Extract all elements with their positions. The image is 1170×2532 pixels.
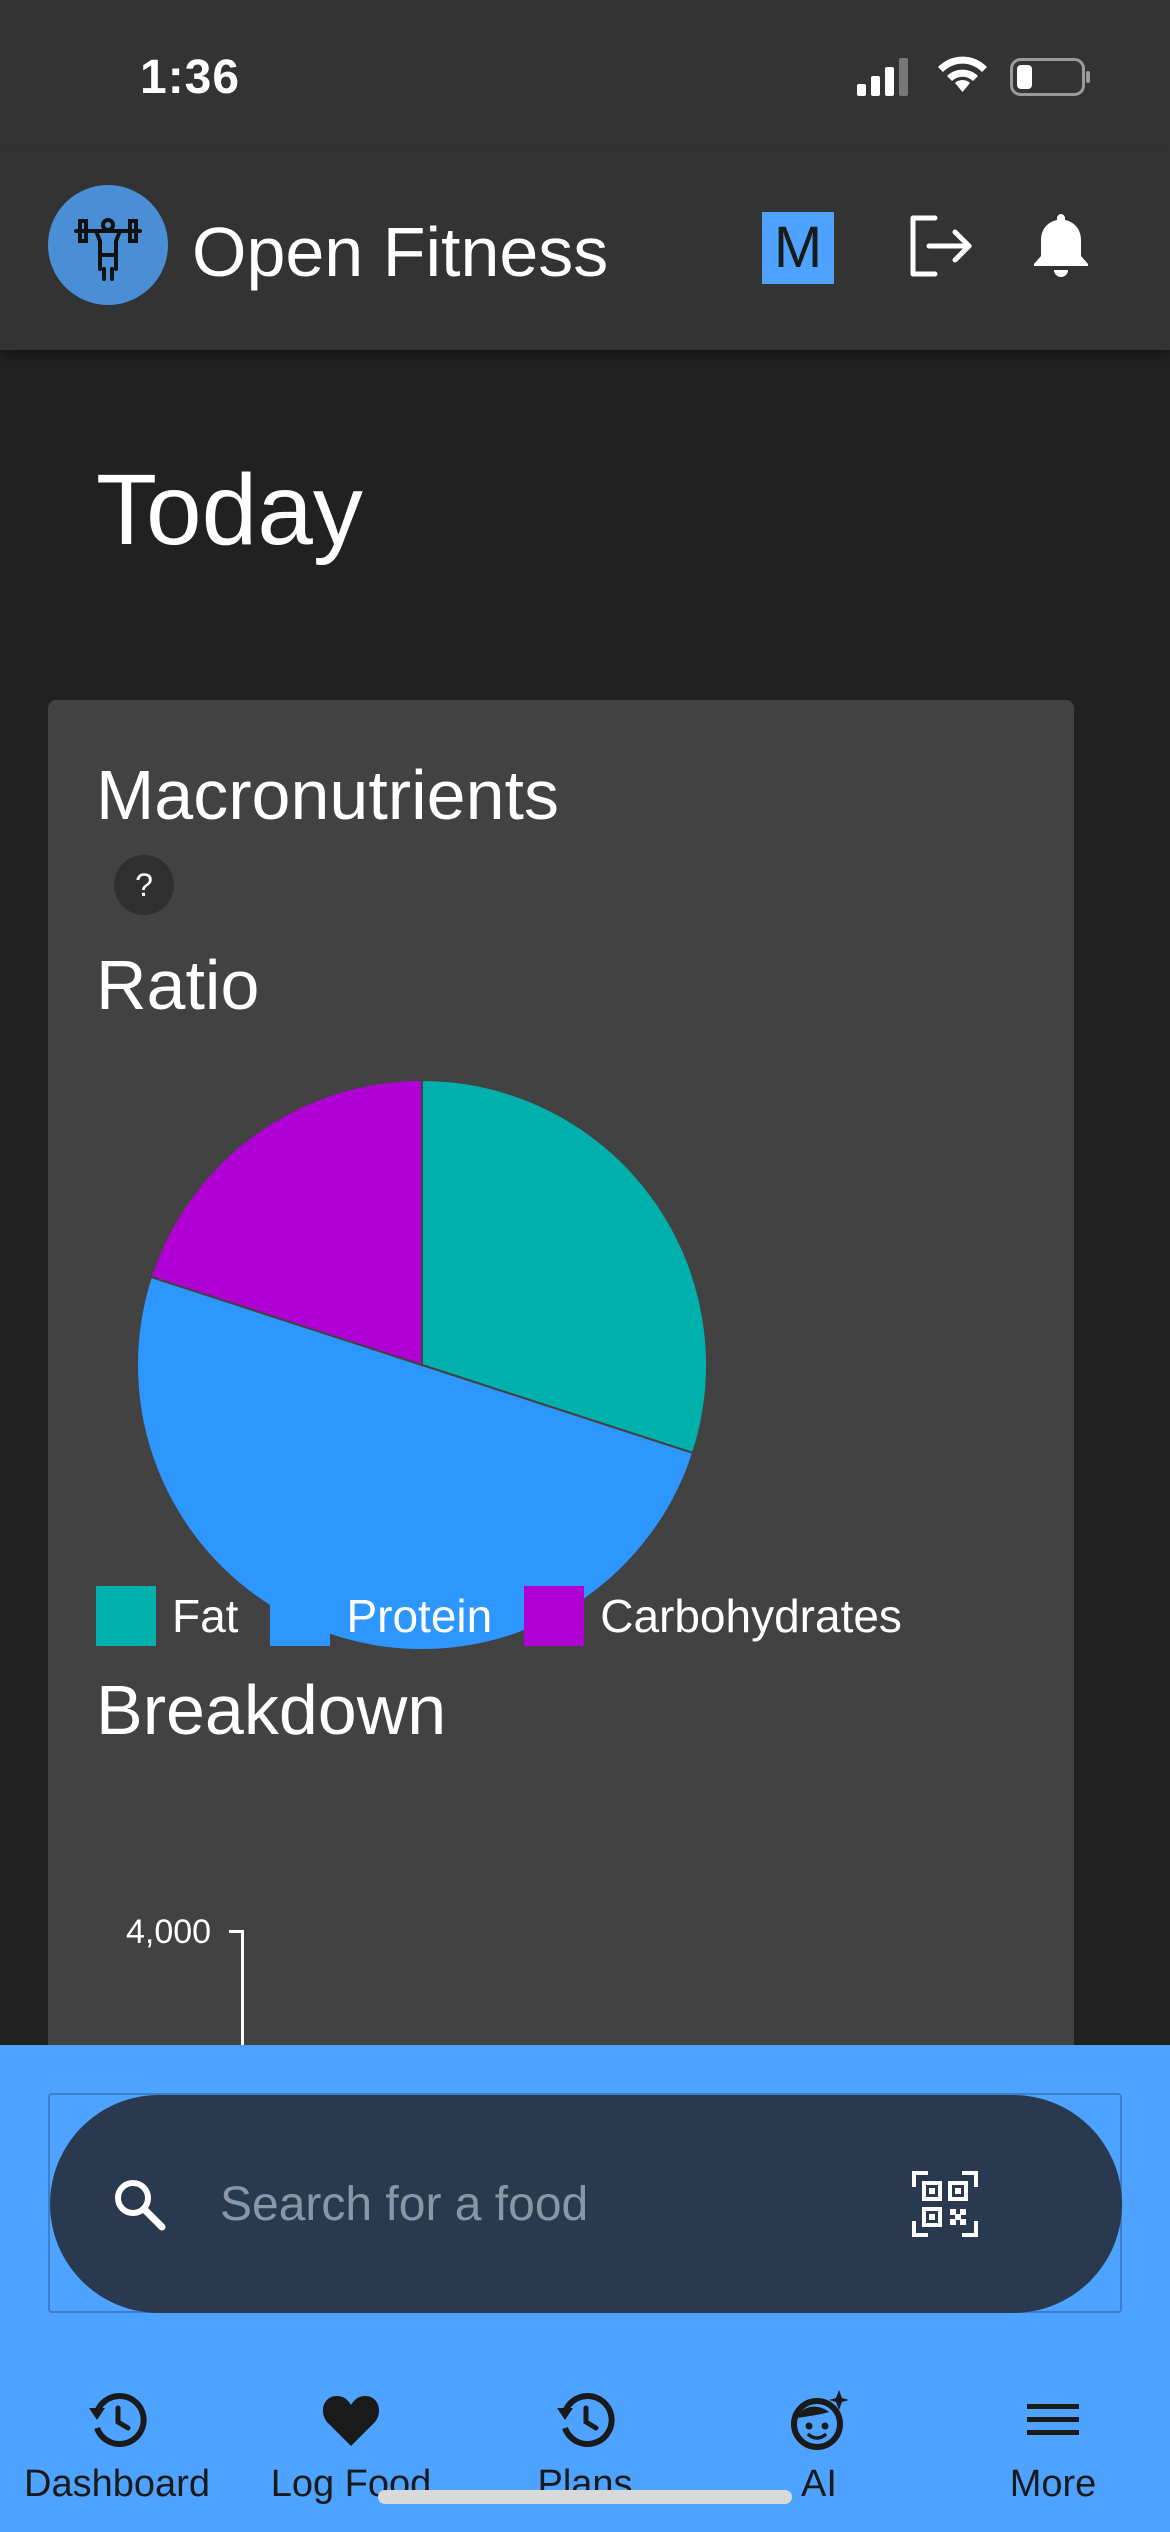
barcode-scan-icon[interactable] [912,2171,978,2237]
menu-icon [1027,2404,1079,2435]
bottom-nav: Dashboard Log Food Plans AI More [0,2380,1170,2532]
heart-icon [322,2396,380,2446]
legend-item-fat: Fat [96,1586,238,1646]
ratio-title: Ratio [96,946,260,1024]
nav-log-food[interactable]: Log Food [234,2380,468,2532]
legend-swatch [270,1586,331,1646]
legend-item-protein: Protein [270,1586,492,1646]
nav-label: Dashboard [24,2463,210,2505]
bottom-panel: Dashboard Log Food Plans [0,2045,1170,2532]
legend-swatch [96,1586,156,1646]
wifi-icon [938,56,987,92]
app-bar: Open Fitness M [0,150,1170,350]
history-icon [557,2392,615,2447]
cellular-signal-icon [857,58,908,96]
search-bar[interactable] [50,2095,1122,2313]
nav-more[interactable]: More [936,2380,1170,2532]
legend-swatch [524,1586,585,1646]
page-title: Today [96,454,363,566]
macro-ratio-pie-chart [136,1078,708,1651]
dumbbell-logo-icon [74,218,142,281]
home-indicator [378,2490,792,2504]
help-button[interactable]: ? [114,855,174,915]
nav-dashboard[interactable]: Dashboard [0,2380,234,2532]
legend-label: Protein [346,1590,493,1642]
user-badge[interactable]: M [762,212,834,284]
app-logo[interactable] [48,185,168,305]
chart-legend: Fat Protein Carbohydrates [96,1585,934,1647]
face-sparkle-icon [791,2390,849,2450]
status-time: 1:36 [140,51,241,104]
search-input[interactable] [220,2159,920,2249]
legend-item-carbohydrates: Carbohydrates [524,1586,902,1646]
logout-icon[interactable] [905,210,977,282]
status-bar: 1:36 [0,0,1170,150]
battery-icon [1010,58,1090,96]
breakdown-title: Breakdown [96,1671,447,1749]
nav-label: More [1009,2463,1097,2505]
history-icon [89,2392,147,2447]
y-axis-line [241,1930,244,2060]
app-title: Open Fitness [192,213,609,291]
search-icon[interactable] [108,2173,170,2235]
nav-plans[interactable]: Plans [468,2380,702,2532]
legend-label: Carbohydrates [600,1590,902,1642]
nav-ai[interactable]: AI [702,2380,936,2532]
legend-label: Fat [172,1590,239,1642]
y-axis-tick-label: 4,000 [126,1913,212,1951]
bell-icon[interactable] [1030,208,1092,280]
card-title: Macronutrients [96,756,559,834]
macronutrients-card: Macronutrients ? Ratio Fat Protein Carbohy… [48,700,1074,2100]
